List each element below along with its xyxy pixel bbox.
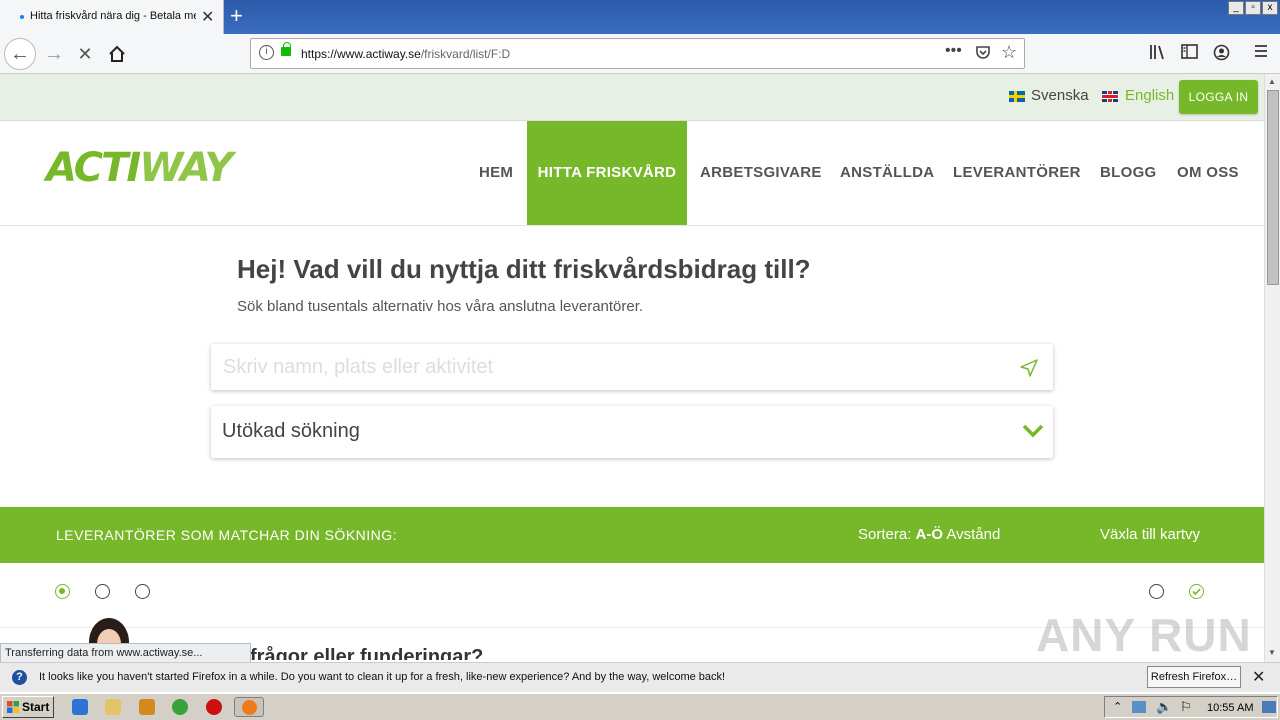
map-view-toggle[interactable]: Växla till kartvy <box>1100 526 1200 543</box>
nav-anstallda[interactable]: ANSTÄLLDA <box>840 121 934 225</box>
library-icon[interactable] <box>1149 44 1167 65</box>
web-page: Svenska English LOGGA IN ACTIWAY HEM HIT… <box>0 74 1264 660</box>
firefox-taskbar-button[interactable] <box>234 697 264 717</box>
nav-hitta-friskvard[interactable]: HITTA FRISKVÅRD <box>527 121 687 225</box>
opera-icon[interactable] <box>206 699 222 715</box>
tab-close-icon[interactable]: ✕ <box>201 7 214 27</box>
flag-icon[interactable]: ⚐ <box>1180 699 1192 715</box>
hero-title: Hej! Vad vill du nyttja ditt friskvårdsb… <box>237 254 811 284</box>
filter-radio-3[interactable] <box>135 584 150 599</box>
volume-icon[interactable]: 🔈 <box>1156 699 1172 715</box>
filter-radio-2[interactable] <box>95 584 110 599</box>
windows-logo-icon <box>7 701 19 713</box>
stop-loading-button[interactable]: ✕ <box>71 40 99 68</box>
results-label: LEVERANTÖRER SOM MATCHAR DIN SÖKNING: <box>56 527 398 543</box>
minimize-button[interactable]: _ <box>1228 1 1244 15</box>
restore-button[interactable]: ▫ <box>1245 1 1261 15</box>
nav-hem[interactable]: HEM <box>479 121 513 225</box>
menu-icon[interactable] <box>1253 44 1269 63</box>
page-actions-icon[interactable]: ••• <box>945 42 962 60</box>
search-placeholder: Skriv namn, plats eller aktivitet <box>223 356 494 378</box>
network-icon[interactable] <box>1132 701 1146 713</box>
filter-radio-4[interactable] <box>1149 584 1164 599</box>
results-bar: LEVERANTÖRER SOM MATCHAR DIN SÖKNING: So… <box>0 507 1264 563</box>
page-scrollbar[interactable]: ▲ ▼ <box>1264 74 1280 662</box>
url-path: /friskvard/list/F:D <box>420 47 511 61</box>
logo-part-way: WAY <box>139 145 233 191</box>
sort-distance-link[interactable]: Avstånd <box>946 526 1000 543</box>
browser-tab-bar: Hitta friskvård nära dig - Betala me ✕ +… <box>0 0 1280 34</box>
language-bar: Svenska English LOGGA IN <box>0 74 1264 121</box>
location-arrow-icon[interactable] <box>1019 358 1039 378</box>
media-player-icon[interactable] <box>139 699 155 715</box>
back-button[interactable]: ← <box>4 38 36 70</box>
loading-dot-icon <box>20 15 24 19</box>
info-icon[interactable]: i <box>259 45 274 60</box>
pocket-icon[interactable] <box>975 44 991 64</box>
home-button[interactable] <box>103 40 131 68</box>
nav-blogg[interactable]: BLOGG <box>1100 121 1157 225</box>
show-desktop-icon[interactable] <box>1262 701 1276 713</box>
nav-om-oss[interactable]: OM OSS <box>1177 121 1239 225</box>
nav-leverantorer[interactable]: LEVERANTÖRER <box>953 121 1081 225</box>
faq-heading: frågor eller funderingar? <box>250 646 484 660</box>
check-circle-icon[interactable] <box>1189 584 1204 599</box>
nav-arbetsgivare[interactable]: ARBETSGIVARE <box>700 121 822 225</box>
browser-tab[interactable]: Hitta friskvård nära dig - Betala me ✕ <box>0 0 224 34</box>
watermark: ANY RUN <box>1036 609 1252 661</box>
url-bar[interactable]: i https://www.actiway.se/friskvard/list/… <box>250 38 1025 69</box>
home-icon <box>109 45 125 62</box>
explorer-icon[interactable] <box>105 699 121 715</box>
actiway-logo[interactable]: ACTIWAY <box>46 145 233 191</box>
new-tab-button[interactable]: + <box>230 3 243 29</box>
sidebar-icon[interactable] <box>1181 44 1198 64</box>
lock-icon[interactable] <box>281 42 291 56</box>
url-host: https://www.actiway.se <box>301 47 421 61</box>
account-icon[interactable] <box>1213 44 1230 66</box>
ie-icon[interactable] <box>72 699 88 715</box>
sort-az-link[interactable]: A-Ö <box>916 526 944 543</box>
bookmark-star-icon[interactable]: ☆ <box>1001 42 1017 63</box>
close-window-button[interactable]: x <box>1262 1 1278 15</box>
language-english-link[interactable]: English <box>1125 87 1174 104</box>
chevron-down-icon <box>1022 424 1044 438</box>
forward-button[interactable]: → <box>40 40 68 68</box>
logo-part-acti: ACTI <box>46 145 141 191</box>
firefox-notification-bar: ? It looks like you haven't started Fire… <box>0 662 1280 692</box>
tab-title: Hitta friskvård nära dig - Betala me <box>30 10 196 22</box>
firefox-icon <box>242 700 257 715</box>
browser-nav-bar: ← → ✕ i https://www.actiway.se/friskvard… <box>0 34 1280 74</box>
url-text[interactable]: https://www.actiway.se/friskvard/list/F:… <box>301 47 510 61</box>
question-icon: ? <box>12 670 27 685</box>
advanced-search-label: Utökad sökning <box>222 420 360 442</box>
language-swedish-link[interactable]: Svenska <box>1031 87 1089 104</box>
search-input[interactable]: Skriv namn, plats eller aktivitet <box>211 344 1053 390</box>
notification-message: It looks like you haven't started Firefo… <box>39 671 726 683</box>
login-button[interactable]: LOGGA IN <box>1179 80 1258 114</box>
scrollbar-thumb[interactable] <box>1267 90 1279 285</box>
scroll-down-icon[interactable]: ▼ <box>1268 648 1276 657</box>
advanced-search-dropdown[interactable]: Utökad sökning <box>211 406 1053 458</box>
start-button[interactable]: Start <box>2 696 54 718</box>
sweden-flag-icon[interactable] <box>1009 91 1025 102</box>
notification-close-icon[interactable]: ✕ <box>1252 667 1265 687</box>
hero-subtitle: Sök bland tusentals alternativ hos våra … <box>237 298 644 315</box>
browser-status-text: Transferring data from www.actiway.se... <box>0 643 251 663</box>
sort-controls: Sortera: A-Ö Avstånd <box>858 526 1000 543</box>
scroll-up-icon[interactable]: ▲ <box>1268 77 1276 86</box>
site-header: ACTIWAY HEM HITTA FRISKVÅRD ARBETSGIVARE… <box>0 121 1264 226</box>
refresh-firefox-button[interactable]: Refresh Firefox… <box>1147 666 1241 688</box>
windows-taskbar: Start ⌃ 🔈 ⚐ 10:55 AM <box>0 692 1280 720</box>
filter-radio-1[interactable] <box>55 584 70 599</box>
chrome-icon[interactable] <box>172 699 188 715</box>
start-label: Start <box>22 700 50 714</box>
clock: 10:55 AM <box>1207 702 1254 714</box>
uk-flag-icon[interactable] <box>1102 91 1118 102</box>
sort-label: Sortera: <box>858 526 912 543</box>
tray-expand-icon[interactable]: ⌃ <box>1113 700 1122 713</box>
